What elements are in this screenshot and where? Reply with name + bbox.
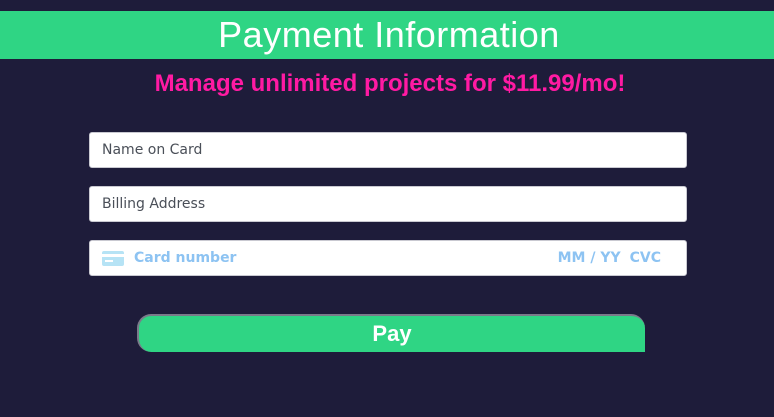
header-bar: Payment Information: [0, 11, 774, 59]
top-strip: [0, 0, 774, 11]
billing-address-input[interactable]: [102, 196, 674, 212]
billing-address-field[interactable]: [89, 186, 687, 222]
card-details-field[interactable]: Card number MM / YY CVC: [89, 240, 687, 276]
name-on-card-field[interactable]: [89, 132, 687, 168]
card-cvc-input[interactable]: CVC: [630, 250, 661, 266]
pay-button[interactable]: Pay: [137, 314, 645, 352]
promo-text: Manage unlimited projects for $11.99/mo!: [154, 70, 626, 97]
name-on-card-input[interactable]: [102, 142, 674, 158]
card-number-input[interactable]: Card number: [134, 250, 558, 266]
card-expiry-input[interactable]: MM / YY: [558, 250, 621, 266]
page-title: Payment Information: [218, 14, 560, 55]
credit-card-icon: [102, 250, 124, 266]
